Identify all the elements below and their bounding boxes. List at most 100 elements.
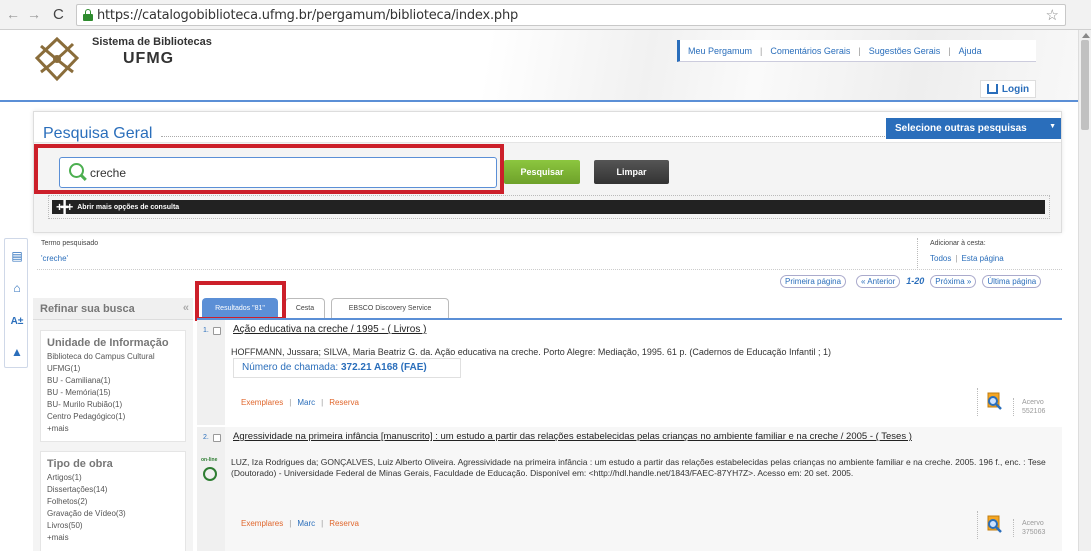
marc-link[interactable]: Marc [297, 398, 315, 407]
scroll-up-icon[interactable] [1082, 33, 1090, 38]
back-arrow-icon[interactable]: ← [6, 7, 20, 21]
facet-item[interactable]: BU - Camiliana(1) [47, 375, 179, 387]
acervo-label: Acervo [1022, 399, 1044, 406]
call-number-box: Número de chamada: 372.21 A168 (FAE) [233, 358, 461, 378]
cart-add-page[interactable]: Esta página [961, 254, 1003, 263]
page-scrollbar[interactable] [1078, 30, 1091, 551]
cart-label: Adicionar à cesta: [930, 240, 986, 247]
facet-item[interactable]: Folhetos(2) [47, 496, 179, 508]
search-input[interactable]: creche [59, 157, 497, 188]
plus-icon: +╋+ [56, 200, 73, 214]
record-actions: Exemplares | Marc | Reserva [241, 519, 359, 528]
url-text[interactable]: https://catalogobiblioteca.ufmg.br/perga… [97, 8, 518, 23]
reserva-link[interactable]: Reserva [329, 519, 359, 528]
next-page-button[interactable]: Próxima » [930, 274, 977, 288]
record-tools [977, 511, 1009, 539]
lock-icon [83, 9, 93, 21]
facet-item[interactable]: Centro Pedagógico(1) [47, 411, 179, 423]
ufmg-logo-icon[interactable] [33, 36, 81, 82]
pagination: Primeira página « Anterior 1-20 Próxima … [780, 274, 1042, 288]
font-size-icon[interactable]: A± [10, 315, 24, 329]
first-page-button[interactable]: Primeira página [780, 274, 847, 288]
call-number-label: Número de chamada: [242, 362, 339, 373]
facet-item[interactable]: Livros(50) [47, 520, 179, 532]
facet-unidade: Unidade de Informação Biblioteca do Camp… [40, 330, 186, 442]
scroll-thumb[interactable] [1081, 40, 1089, 130]
facet-item[interactable]: BU - Memória(15) [47, 387, 179, 399]
facet-item[interactable]: Gravação de Vídeo(3) [47, 508, 179, 520]
site-title-line1: Sistema de Bibliotecas [92, 36, 212, 48]
quick-access-sidebar: ▤ ⌂ A± ▲ [4, 238, 28, 368]
highlight-box-results-tab [195, 281, 286, 321]
exemplares-link[interactable]: Exemplares [241, 519, 283, 528]
acervo-label: Acervo [1022, 520, 1044, 527]
nav-meu-pergamum[interactable]: Meu Pergamum [688, 46, 752, 56]
link-separator: | [289, 398, 292, 407]
record-number: 2. [203, 434, 209, 441]
nav-separator: | [760, 45, 763, 56]
facet-item[interactable]: Dissertações(14) [47, 484, 179, 496]
other-searches-dropdown[interactable]: Selecione outras pesquisas ▼ [886, 118, 1061, 139]
browser-toolbar: ← → C https://catalogobiblioteca.ufmg.br… [0, 0, 1091, 30]
facet-item[interactable]: Biblioteca do Campus Cultural UFMG(1) [47, 351, 179, 375]
search-query[interactable]: creche [90, 166, 126, 180]
search-button[interactable]: Pesquisar [504, 160, 580, 184]
site-title-line2: UFMG [123, 50, 175, 67]
cart-links: Todos | Esta página [930, 254, 1004, 263]
login-button[interactable]: Login [980, 80, 1036, 98]
record-gutter: 2. on-line [197, 427, 225, 551]
last-page-button[interactable]: Última página [982, 274, 1042, 288]
record-title[interactable]: Ação educativa na creche / 1995 - ( Livr… [233, 324, 426, 335]
link-separator: | [289, 519, 292, 528]
nav-ajuda[interactable]: Ajuda [959, 46, 982, 56]
document-search-icon[interactable] [984, 391, 1004, 411]
bookmark-star-icon[interactable]: ☆ [1046, 6, 1059, 24]
record-reference: LUZ, Iza Rodrigues da; GONÇALVES, Luiz A… [231, 457, 1046, 478]
more-options-label: Abrir mais opções de consulta [77, 203, 180, 211]
refine-title: Refinar sua busca [40, 303, 135, 315]
nav-comentarios-gerais[interactable]: Comentários Gerais [770, 46, 850, 56]
cart-add-all[interactable]: Todos [930, 254, 951, 263]
record-number: 1. [203, 327, 209, 334]
dropdown-caret-icon: ▼ [1049, 123, 1056, 130]
exemplares-link[interactable]: Exemplares [241, 398, 283, 407]
refine-header: Refinar sua busca « [33, 298, 193, 320]
tab-ebsco[interactable]: EBSCO Discovery Service [331, 298, 449, 318]
facet-item[interactable]: Artigos(1) [47, 472, 179, 484]
address-bar[interactable]: https://catalogobiblioteca.ufmg.br/perga… [76, 4, 1066, 26]
more-options-toggle[interactable]: +╋+ Abrir mais opções de consulta [52, 200, 1045, 214]
acervo-number: 375063 [1022, 529, 1046, 536]
reserva-link[interactable]: Reserva [329, 398, 359, 407]
current-page-range: 1-20 [906, 276, 925, 286]
search-icon-handle [80, 173, 87, 181]
facet-tipo-obra: Tipo de obra Artigos(1) Dissertações(14)… [40, 451, 186, 551]
result-record: 2. on-line Agressividade na primeira inf… [197, 427, 1062, 551]
online-badge: on-line [201, 457, 218, 463]
tab-cesta[interactable]: Cesta [285, 298, 325, 318]
home-icon[interactable]: ⌂ [10, 281, 24, 295]
nav-sugestoes-gerais[interactable]: Sugestões Gerais [869, 46, 941, 56]
facet-item[interactable]: BU- Murilo Rubião(1) [47, 399, 179, 411]
clear-button[interactable]: Limpar [594, 160, 669, 184]
top-navigation: Meu Pergamum | Comentários Gerais | Suge… [677, 40, 1036, 62]
news-icon[interactable]: ▤ [10, 249, 24, 263]
nav-separator: | [948, 45, 951, 56]
record-checkbox[interactable] [213, 434, 221, 442]
reload-icon[interactable]: C [53, 6, 64, 23]
forward-arrow-icon[interactable]: → [27, 7, 41, 21]
online-access-icon[interactable] [203, 467, 217, 481]
scroll-top-icon[interactable]: ▲ [10, 345, 24, 359]
collapse-icon[interactable]: « [183, 302, 189, 314]
padlock-icon [986, 84, 998, 94]
facet-more-link[interactable]: +mais [47, 423, 179, 435]
call-number-value: 372.21 A168 (FAE) [340, 362, 427, 373]
marc-link[interactable]: Marc [297, 519, 315, 528]
record-title[interactable]: Agressividade na primeira infância [manu… [233, 431, 912, 442]
login-label: Login [1001, 83, 1030, 95]
refine-sidebar: Refinar sua busca « Unidade de Informaçã… [33, 298, 193, 551]
document-search-icon[interactable] [984, 514, 1004, 534]
link-separator: | [321, 398, 324, 407]
facet-more-link[interactable]: +mais [47, 532, 179, 544]
record-checkbox[interactable] [213, 327, 221, 335]
prev-page-button[interactable]: « Anterior [856, 274, 901, 288]
